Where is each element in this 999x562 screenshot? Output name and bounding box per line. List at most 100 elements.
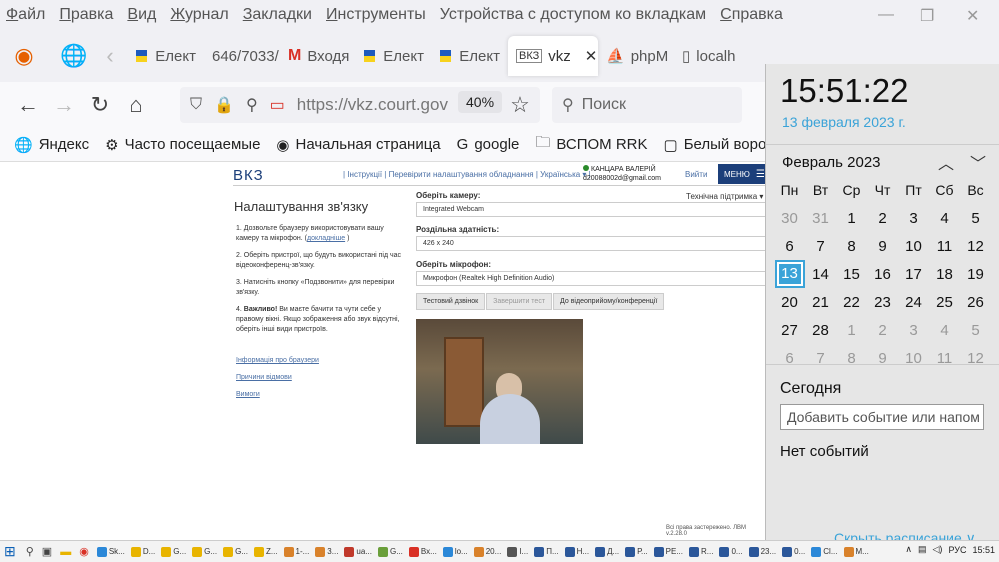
calendar-day[interactable]: 18 xyxy=(929,266,960,283)
browser-tab[interactable]: ВКЗ vkz ✕ xyxy=(508,36,598,76)
bookmark-item[interactable]: 🌐 Яндекс xyxy=(14,136,89,154)
mic-select[interactable]: Микрофон (Realtek High Definition Audio) xyxy=(416,271,766,286)
calendar-day[interactable]: 12 xyxy=(960,238,991,255)
calendar-day[interactable]: 30 xyxy=(774,210,805,227)
browser-tab[interactable]: 646/7033/ xyxy=(204,36,280,76)
calendar-day[interactable]: 21 xyxy=(805,294,836,311)
close-window-icon[interactable]: ✕ xyxy=(966,6,979,26)
support-link[interactable]: Технічна підтримка ▾ xyxy=(686,192,763,201)
tab-scroll-left-icon[interactable]: ‹ xyxy=(92,38,128,74)
taskbar-app[interactable]: R... xyxy=(689,546,713,557)
calendar-day[interactable]: 28 xyxy=(805,322,836,339)
calendar-day[interactable]: 5 xyxy=(960,322,991,339)
taskbar-app[interactable]: 3... xyxy=(315,546,338,557)
taskbar-clock[interactable]: 15:51 xyxy=(972,545,995,555)
calendar-day-today[interactable]: 13 xyxy=(774,260,805,288)
calendar-day[interactable]: 6 xyxy=(774,238,805,255)
taskbar-app[interactable]: G... xyxy=(161,546,186,557)
calendar-day[interactable]: 22 xyxy=(836,294,867,311)
taskbar-app[interactable]: D... xyxy=(130,546,155,557)
date-link[interactable]: 13 февраля 2023 г. xyxy=(782,114,906,130)
calendar-day[interactable]: 23 xyxy=(867,294,898,311)
taskbar-app[interactable]: G... xyxy=(378,546,403,557)
calendar-day[interactable]: 4 xyxy=(929,322,960,339)
calendar-day[interactable]: 3 xyxy=(898,210,929,227)
calendar-day[interactable]: 1 xyxy=(836,210,867,227)
search-input[interactable]: ⚲ Поиск xyxy=(552,87,742,123)
url-text[interactable]: https://vkz.court.gov xyxy=(297,95,448,115)
calendar-day[interactable]: 3 xyxy=(898,322,929,339)
calendar-day[interactable]: 5 xyxy=(960,210,991,227)
network-icon[interactable]: ▤ xyxy=(918,544,927,555)
calendar-day[interactable]: 26 xyxy=(960,294,991,311)
taskbar-app[interactable]: Д... xyxy=(595,546,619,557)
side-link[interactable]: Інформація про браузери xyxy=(236,352,319,369)
calendar-day[interactable]: 1 xyxy=(836,322,867,339)
browser-tab[interactable]: Елект xyxy=(432,36,508,76)
calendar-day[interactable]: 20 xyxy=(774,294,805,311)
taskbar-app[interactable]: G... xyxy=(192,546,217,557)
taskbar-app[interactable]: G... xyxy=(223,546,248,557)
month-title[interactable]: Февраль 2023 xyxy=(782,154,881,171)
calendar-day[interactable]: 2 xyxy=(867,322,898,339)
menu-item[interactable]: Вид xyxy=(127,6,156,24)
restore-icon[interactable]: ❐ xyxy=(920,6,934,26)
resolution-select[interactable]: 426 x 240 xyxy=(416,236,766,251)
logout-link[interactable]: Вийти xyxy=(685,170,707,179)
taskbar-app[interactable]: РЕ... xyxy=(653,546,683,557)
taskbar-app[interactable]: lo... xyxy=(442,546,468,557)
calendar-day[interactable]: 11 xyxy=(929,238,960,255)
taskbar-app[interactable]: Z... xyxy=(253,546,278,557)
menu-item[interactable]: Инструменты xyxy=(326,6,426,24)
menu-item[interactable]: Файл xyxy=(6,6,45,24)
globe-icon[interactable]: 🌐 xyxy=(56,38,92,74)
to-conference-button[interactable]: До відеоприйому/конференції xyxy=(553,293,665,310)
calendar-day[interactable]: 7 xyxy=(805,238,836,255)
minimize-icon[interactable]: — xyxy=(878,6,894,24)
lock-icon[interactable]: 🔒 xyxy=(214,95,234,115)
chrome-icon[interactable]: ◉ xyxy=(79,545,89,558)
bookmark-item[interactable]: ◉ Начальная страница xyxy=(276,136,440,154)
taskbar-app[interactable]: 0... xyxy=(782,546,805,557)
taskbar-app[interactable]: Cl... xyxy=(811,546,838,557)
calendar-day[interactable]: 14 xyxy=(805,266,836,283)
taskbar-app[interactable]: Вх... xyxy=(408,546,437,557)
bookmark-item[interactable]: ⚙ Часто посещаемые xyxy=(105,136,260,154)
taskbar-app[interactable]: 1-... xyxy=(283,546,309,557)
windows-start-icon[interactable]: ⊞ xyxy=(4,543,16,560)
browser-tab[interactable]: Елект xyxy=(356,36,432,76)
menu-item[interactable]: Устройства с доступом ко вкладкам xyxy=(440,6,706,24)
calendar-day[interactable]: 25 xyxy=(929,294,960,311)
menu-item[interactable]: Журнал xyxy=(170,6,228,24)
back-icon[interactable]: ← xyxy=(10,87,46,123)
add-event-input[interactable]: Добавить событие или напом xyxy=(780,404,984,430)
calendar-day[interactable]: 8 xyxy=(836,238,867,255)
more-info-link[interactable]: докладніше xyxy=(307,235,345,242)
taskbar-app[interactable]: M... xyxy=(843,546,869,557)
chevron-down-icon[interactable]: ﹀ xyxy=(970,150,986,174)
bookmark-item[interactable]: 🗀 ВСПОМ RRK xyxy=(535,132,647,157)
home-icon[interactable]: ⌂ xyxy=(118,87,154,123)
taskbar-app[interactable]: П... xyxy=(534,546,559,557)
site-logo[interactable]: ВКЗ xyxy=(233,167,264,184)
shield-icon[interactable]: ⛉ xyxy=(190,96,202,114)
taskbar-app[interactable]: 0... xyxy=(719,546,743,557)
calendar-day[interactable]: 17 xyxy=(898,266,929,283)
taskbar-app[interactable]: Sk... xyxy=(96,546,125,557)
side-link[interactable]: Причини відмови xyxy=(236,369,319,386)
taskbar-app[interactable]: Р... xyxy=(625,546,648,557)
menu-item[interactable]: Закладки xyxy=(243,6,312,24)
calendar-day[interactable]: 2 xyxy=(867,210,898,227)
calendar-day[interactable]: 10 xyxy=(898,238,929,255)
forward-icon[interactable]: → xyxy=(46,87,82,123)
calendar-day[interactable]: 31 xyxy=(805,210,836,227)
chevron-up-icon[interactable]: ︿ xyxy=(938,150,954,174)
bookmark-item[interactable]: Ggoogle xyxy=(457,136,520,153)
taskbar-app[interactable]: 23... xyxy=(748,546,776,557)
language-indicator[interactable]: РУС xyxy=(948,545,966,555)
calendar-day[interactable]: 19 xyxy=(960,266,991,283)
calendar-day[interactable]: 24 xyxy=(898,294,929,311)
test-call-button[interactable]: Тестовий дзвінок xyxy=(416,293,486,310)
close-tab-icon[interactable]: ✕ xyxy=(585,47,598,65)
end-test-button[interactable]: Завершити тест xyxy=(486,293,553,310)
